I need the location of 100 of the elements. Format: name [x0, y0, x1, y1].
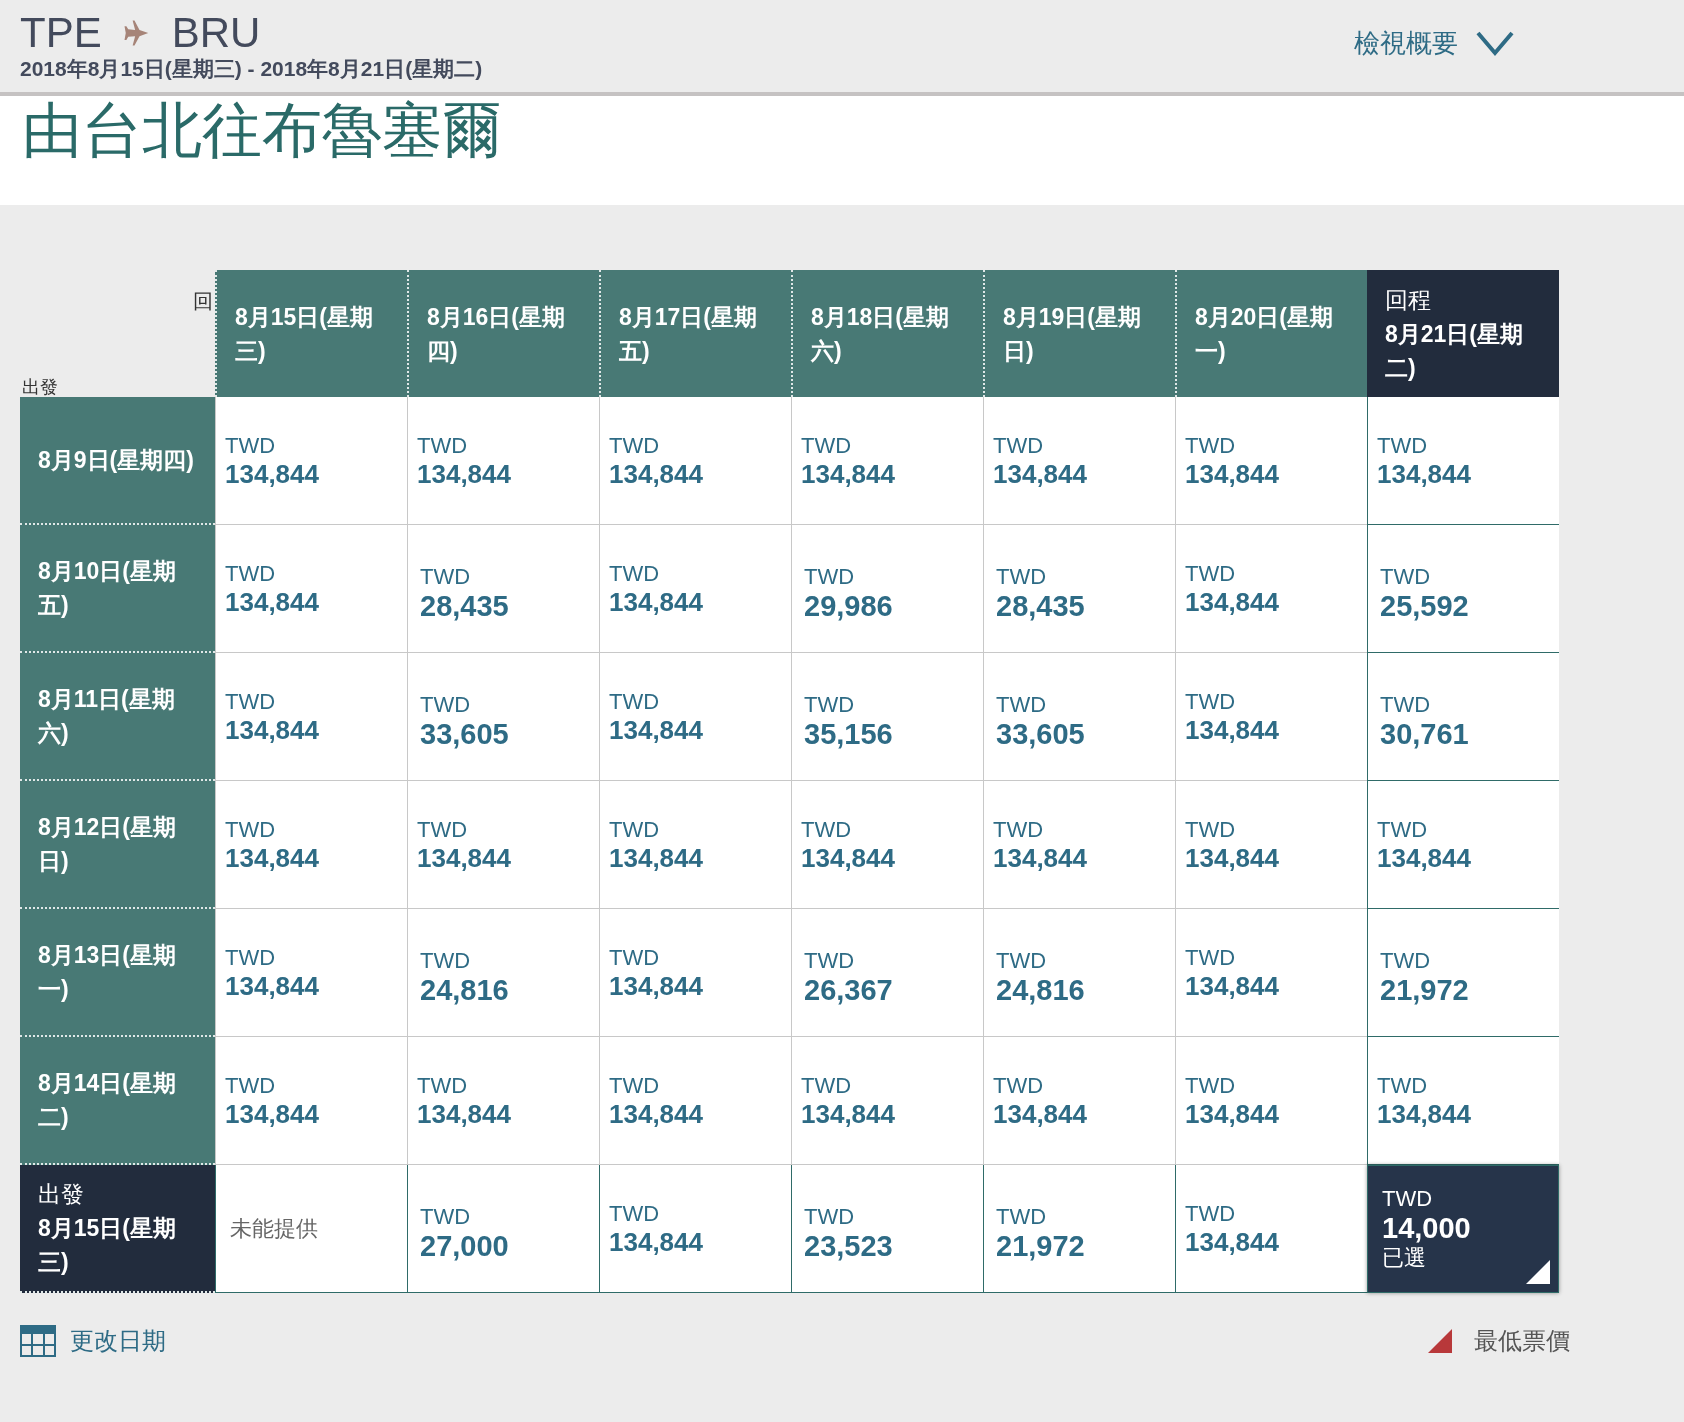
- currency-label: TWD: [420, 691, 472, 718]
- fare-price: 134,844: [1185, 1226, 1280, 1257]
- fare-cell[interactable]: TWD 134,844: [215, 525, 407, 653]
- depart-date: 8月11日(星期六): [38, 685, 176, 748]
- depart-date: 8月15日(星期三): [38, 1214, 178, 1277]
- fare-cell[interactable]: TWD 21,972: [1367, 909, 1559, 1037]
- fare-cell[interactable]: TWD 33,605: [407, 653, 599, 781]
- currency-label: TWD: [801, 816, 853, 843]
- fare-price: 134,844: [801, 458, 896, 489]
- fare-price: 134,844: [225, 458, 320, 489]
- return-date-header[interactable]: 8月18日(星期六): [791, 270, 983, 397]
- currency-label: TWD: [1380, 691, 1432, 718]
- fare-cell[interactable]: TWD 134,844: [983, 1037, 1175, 1165]
- fare-cell[interactable]: TWD 24,816: [983, 909, 1175, 1037]
- return-date-header[interactable]: 8月16日(星期四): [407, 270, 599, 397]
- return-caption: 回程: [1385, 285, 1432, 315]
- fare-cell[interactable]: TWD 134,844: [1175, 781, 1367, 909]
- fare-cell[interactable]: TWD 134,844: [1175, 1037, 1367, 1165]
- fare-cell[interactable]: TWD 134,844: [215, 781, 407, 909]
- fare-cell[interactable]: TWD 134,844: [1175, 909, 1367, 1037]
- depart-date-header[interactable]: 8月14日(星期二): [20, 1037, 215, 1165]
- fare-cell[interactable]: TWD 24,816: [407, 909, 599, 1037]
- currency-label: TWD: [1377, 816, 1429, 843]
- fare-price: 134,844: [225, 970, 320, 1001]
- fare-price: 23,523: [804, 1229, 894, 1262]
- return-date-header[interactable]: 回程 8月21日(星期二): [1367, 270, 1559, 397]
- fare-price: 134,844: [417, 458, 512, 489]
- fare-cell[interactable]: TWD 134,844: [983, 781, 1175, 909]
- fare-cell[interactable]: TWD 134,844: [599, 909, 791, 1037]
- selected-fare-cell[interactable]: TWD 14,000 已選: [1367, 1165, 1559, 1293]
- depart-date-header[interactable]: 8月10日(星期五): [20, 525, 215, 653]
- fare-price: 134,844: [225, 842, 320, 873]
- depart-date-header[interactable]: 8月13日(星期一): [20, 909, 215, 1037]
- fare-cell[interactable]: TWD 28,435: [407, 525, 599, 653]
- fare-cell[interactable]: TWD 134,844: [1175, 653, 1367, 781]
- fare-cell[interactable]: TWD 23,523: [791, 1165, 983, 1293]
- fare-cell[interactable]: TWD 134,844: [407, 397, 599, 525]
- summary-link[interactable]: 檢視概要: [1354, 24, 1514, 63]
- currency-label: TWD: [993, 432, 1045, 459]
- fare-cell[interactable]: TWD 26,367: [791, 909, 983, 1037]
- fare-cell[interactable]: TWD 134,844: [599, 781, 791, 909]
- currency-label: TWD: [225, 560, 277, 587]
- fare-cell[interactable]: TWD 134,844: [1175, 1165, 1367, 1293]
- fare-price: 28,435: [996, 589, 1086, 622]
- fare-cell[interactable]: TWD 134,844: [215, 397, 407, 525]
- lowest-fare-marker-icon: [1428, 1329, 1452, 1353]
- fare-cell[interactable]: TWD 25,592: [1367, 525, 1559, 653]
- fare-cell[interactable]: TWD 134,844: [983, 397, 1175, 525]
- return-date-header[interactable]: 8月20日(星期一): [1175, 270, 1367, 397]
- fare-cell[interactable]: TWD 30,761: [1367, 653, 1559, 781]
- fare-cell[interactable]: TWD 134,844: [599, 525, 791, 653]
- currency-label: TWD: [1185, 816, 1237, 843]
- fare-cell[interactable]: TWD 134,844: [791, 1037, 983, 1165]
- currency-label: TWD: [225, 688, 277, 715]
- unavailable-text: 未能提供: [230, 1215, 319, 1243]
- fare-cell[interactable]: TWD 134,844: [1175, 525, 1367, 653]
- fare-cell[interactable]: TWD 29,986: [791, 525, 983, 653]
- depart-date-header[interactable]: 8月11日(星期六): [20, 653, 215, 781]
- fare-cell[interactable]: TWD 134,844: [1367, 781, 1559, 909]
- lowest-fare-legend: 最低票價: [1474, 1323, 1570, 1359]
- fare-cell[interactable]: TWD 134,844: [407, 781, 599, 909]
- fare-cell[interactable]: TWD 134,844: [215, 1037, 407, 1165]
- return-date-header[interactable]: 8月19日(星期日): [983, 270, 1175, 397]
- fare-price: 134,844: [993, 1098, 1088, 1129]
- currency-label: TWD: [996, 1203, 1048, 1230]
- fare-price: 21,972: [996, 1229, 1086, 1262]
- currency-label: TWD: [609, 432, 661, 459]
- fare-cell[interactable]: TWD 134,844: [599, 1165, 791, 1293]
- currency-label: TWD: [1382, 1186, 1434, 1212]
- return-date-header[interactable]: 8月15日(星期三): [215, 270, 407, 397]
- currency-label: TWD: [225, 944, 277, 971]
- fare-price: 134,844: [801, 842, 896, 873]
- fare-cell[interactable]: TWD 134,844: [215, 909, 407, 1037]
- currency-label: TWD: [609, 1200, 661, 1227]
- fare-price: 134,844: [225, 586, 320, 617]
- fare-cell[interactable]: TWD 28,435: [983, 525, 1175, 653]
- change-dates-link[interactable]: 更改日期: [20, 1323, 166, 1359]
- depart-date-header[interactable]: 出發 8月15日(星期三): [20, 1165, 215, 1293]
- fare-cell[interactable]: TWD 134,844: [599, 653, 791, 781]
- fare-cell[interactable]: TWD 134,844: [599, 397, 791, 525]
- fare-cell[interactable]: TWD 134,844: [1367, 397, 1559, 525]
- fare-cell[interactable]: TWD 21,972: [983, 1165, 1175, 1293]
- fare-price: 134,844: [417, 1098, 512, 1129]
- fare-cell[interactable]: TWD 134,844: [791, 781, 983, 909]
- fare-cell[interactable]: TWD 134,844: [791, 397, 983, 525]
- fare-cell[interactable]: TWD 134,844: [1367, 1037, 1559, 1165]
- fare-cell[interactable]: TWD 27,000: [407, 1165, 599, 1293]
- currency-label: TWD: [1185, 1072, 1237, 1099]
- fare-cell[interactable]: TWD 134,844: [599, 1037, 791, 1165]
- return-date-header[interactable]: 8月17日(星期五): [599, 270, 791, 397]
- currency-label: TWD: [417, 1072, 469, 1099]
- fare-cell[interactable]: TWD 33,605: [983, 653, 1175, 781]
- depart-date-header[interactable]: 8月12日(星期日): [20, 781, 215, 909]
- fare-price: 134,844: [609, 586, 704, 617]
- depart-date-header[interactable]: 8月9日(星期四): [20, 397, 215, 525]
- fare-cell[interactable]: TWD 35,156: [791, 653, 983, 781]
- currency-label: TWD: [801, 432, 853, 459]
- fare-cell[interactable]: TWD 134,844: [215, 653, 407, 781]
- fare-cell[interactable]: TWD 134,844: [1175, 397, 1367, 525]
- fare-cell[interactable]: TWD 134,844: [407, 1037, 599, 1165]
